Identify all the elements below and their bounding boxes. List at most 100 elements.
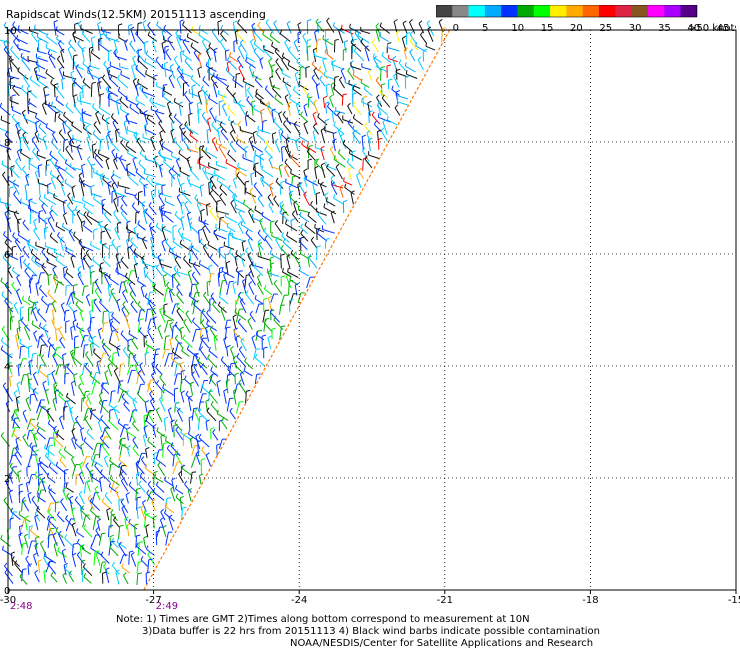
wind-barb-feather	[46, 515, 50, 520]
wind-barb-feather	[393, 19, 398, 22]
wind-barb	[73, 347, 76, 357]
wind-barb-feather	[316, 38, 322, 41]
wind-barb-feather	[180, 361, 185, 365]
wind-barb-feather	[323, 95, 328, 99]
wind-barb-feather	[145, 545, 149, 550]
wind-barb	[31, 499, 41, 511]
wind-barb-feather	[132, 420, 136, 425]
wind-barb	[74, 64, 85, 70]
wind-barb-feather	[18, 483, 23, 486]
wind-barb-feather	[177, 227, 182, 231]
wind-barb-feather	[342, 93, 348, 96]
wind-barb-feather	[34, 471, 38, 476]
wind-barb	[281, 147, 284, 162]
wind-barb-feather	[238, 270, 243, 272]
wind-barb-feather	[129, 290, 133, 295]
wind-barb	[37, 50, 47, 55]
wind-barb-feather	[300, 223, 303, 228]
wind-barb-feather	[9, 375, 14, 378]
wind-barb	[34, 516, 39, 531]
wind-barb	[206, 282, 209, 297]
wind-barb-feather	[321, 162, 325, 166]
wind-barb-feather	[45, 69, 48, 74]
wind-barb-feather	[60, 180, 65, 184]
wind-barb-feather	[108, 482, 112, 487]
wind-barb-feather	[126, 163, 131, 166]
wind-barb-feather	[125, 141, 128, 146]
wind-barb-feather	[131, 336, 135, 341]
wind-barb	[132, 159, 137, 170]
wind-barb-feather	[20, 84, 24, 90]
wind-barb-feather	[169, 321, 174, 325]
wind-barb-feather	[346, 158, 350, 163]
wind-barb	[47, 563, 57, 575]
wind-barb-feather	[425, 42, 427, 47]
wind-barb	[22, 412, 28, 423]
wind-barb-feather	[112, 169, 115, 174]
wind-barb	[89, 344, 93, 357]
wind-barb	[216, 382, 221, 396]
wind-barb-feather	[137, 78, 140, 83]
wind-barb	[208, 97, 218, 105]
wind-barb-feather	[85, 249, 89, 254]
wind-barb	[52, 432, 56, 447]
wind-barb-feather	[130, 237, 134, 242]
wind-barb	[18, 320, 21, 332]
wind-barb	[338, 79, 346, 89]
wind-barb	[71, 464, 77, 477]
wind-barb-feather	[21, 295, 25, 300]
wind-barb	[314, 167, 318, 180]
wind-barb	[163, 288, 168, 303]
wind-barb	[202, 246, 211, 259]
wind-barb	[130, 304, 138, 314]
wind-barb-feather	[155, 481, 159, 486]
wind-barb	[176, 294, 185, 304]
wind-barb-feather	[155, 56, 159, 61]
wind-barb-feather	[227, 373, 232, 376]
wind-barb	[343, 42, 347, 53]
wind-barb-feather	[91, 473, 94, 478]
wind-barb-feather	[16, 381, 21, 385]
wind-barb	[120, 480, 129, 492]
wind-barb-feather	[11, 106, 14, 111]
wind-barb-feather	[113, 197, 117, 201]
wind-barb	[120, 212, 129, 223]
wind-barb-feather	[256, 373, 261, 375]
wind-barb	[41, 104, 47, 115]
wind-barb	[234, 374, 236, 385]
wind-barb	[68, 573, 75, 583]
wind-barb-feather	[111, 190, 117, 193]
wind-barb-feather	[86, 293, 90, 298]
wind-barb-feather	[305, 66, 310, 69]
wind-barb-feather	[88, 336, 91, 341]
wind-barb	[120, 259, 129, 269]
wind-barb	[319, 184, 325, 196]
wind-barb-feather	[259, 98, 262, 103]
wind-barb	[47, 219, 55, 232]
wind-barb	[142, 22, 147, 33]
wind-barb-feather	[4, 239, 8, 243]
time-label: 2:48	[10, 601, 32, 612]
wind-barb	[10, 49, 20, 61]
wind-barb-feather	[25, 195, 28, 200]
wind-barb-feather	[55, 501, 60, 504]
wind-barb	[135, 68, 146, 78]
wind-barb	[333, 197, 344, 205]
wind-barb-feather	[186, 123, 189, 128]
wind-barb-feather	[53, 431, 58, 434]
wind-barb-feather	[139, 362, 143, 366]
wind-barb-feather	[53, 19, 58, 23]
wind-barb	[188, 103, 191, 115]
wind-barb-feather	[245, 180, 250, 183]
wind-barb	[58, 152, 66, 161]
wind-barb-feather	[303, 168, 308, 172]
wind-barb	[0, 106, 11, 116]
wind-barb-feather	[138, 327, 142, 332]
wind-barb-feather	[281, 232, 284, 237]
wind-barb-feather	[15, 157, 19, 162]
wind-barb-feather	[108, 524, 114, 527]
wind-barb-feather	[45, 43, 48, 48]
wind-barb-feather	[216, 212, 219, 217]
wind-barb	[253, 168, 263, 177]
wind-barb-feather	[4, 562, 8, 567]
